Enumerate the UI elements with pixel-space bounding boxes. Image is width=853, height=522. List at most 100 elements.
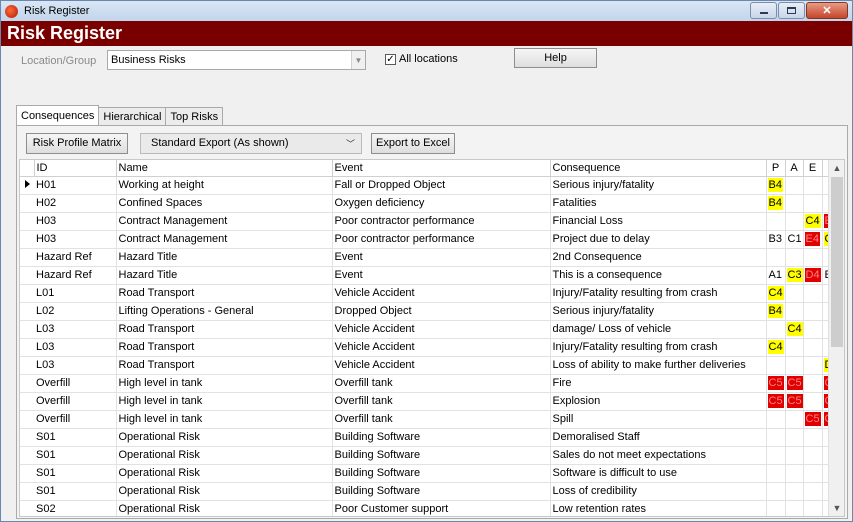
- row-selector[interactable]: [20, 320, 34, 339]
- cell-name[interactable]: Road Transport: [116, 356, 333, 375]
- table-row[interactable]: L03 Road Transport Vehicle Accident damage/…: [20, 320, 843, 339]
- cell-rating-p[interactable]: [766, 482, 786, 501]
- cell-rating-p[interactable]: B3: [766, 230, 786, 249]
- column-header-a[interactable]: A: [785, 160, 804, 177]
- title-bar[interactable]: Risk Register ✕: [1, 1, 852, 21]
- cell-name[interactable]: Operational Risk: [116, 464, 333, 483]
- table-row[interactable]: H03 Contract Management Poor contractor pe…: [20, 212, 843, 231]
- cell-event[interactable]: Vehicle Accident: [332, 284, 551, 303]
- cell-rating-a[interactable]: [785, 248, 804, 267]
- cell-consequence[interactable]: Sales do not meet expectations: [550, 446, 767, 465]
- cell-rating-e[interactable]: [803, 356, 823, 375]
- cell-rating-p[interactable]: [766, 320, 786, 339]
- cell-rating-a[interactable]: [785, 212, 804, 231]
- cell-rating-e[interactable]: E4: [803, 230, 823, 249]
- cell-rating-p[interactable]: [766, 428, 786, 447]
- cell-name[interactable]: Operational Risk: [116, 446, 333, 465]
- row-selector[interactable]: [20, 302, 34, 321]
- cell-name[interactable]: Working at height: [116, 176, 333, 195]
- cell-consequence[interactable]: Explosion: [550, 392, 767, 411]
- table-row[interactable]: L01 Road Transport Vehicle Accident Injury/…: [20, 284, 843, 303]
- cell-consequence[interactable]: Software is difficult to use: [550, 464, 767, 483]
- cell-event[interactable]: Vehicle Accident: [332, 356, 551, 375]
- table-row[interactable]: S01 Operational Risk Building Software Sale…: [20, 446, 843, 465]
- cell-rating-a[interactable]: [785, 302, 804, 321]
- row-selector[interactable]: [20, 176, 34, 195]
- cell-event[interactable]: Overfill tank: [332, 410, 551, 429]
- cell-rating-a[interactable]: [785, 464, 804, 483]
- table-row[interactable]: S01 Operational Risk Building Software Loss…: [20, 482, 843, 501]
- cell-id[interactable]: S01: [34, 482, 117, 501]
- row-selector[interactable]: [20, 428, 34, 447]
- cell-rating-e[interactable]: [803, 284, 823, 303]
- scroll-up-icon[interactable]: ▲: [829, 160, 844, 176]
- row-selector[interactable]: [20, 338, 34, 357]
- tab-consequences[interactable]: Consequences: [16, 105, 100, 126]
- cell-rating-p[interactable]: [766, 356, 786, 375]
- cell-id[interactable]: Overfill: [34, 410, 117, 429]
- cell-name[interactable]: Operational Risk: [116, 428, 333, 447]
- cell-rating-p[interactable]: [766, 446, 786, 465]
- cell-id[interactable]: L03: [34, 320, 117, 339]
- table-row[interactable]: L02 Lifting Operations - General Dropped O…: [20, 302, 843, 321]
- cell-consequence[interactable]: Demoralised Staff: [550, 428, 767, 447]
- cell-event[interactable]: Poor contractor performance: [332, 230, 551, 249]
- cell-consequence[interactable]: This is a consequence: [550, 266, 767, 285]
- cell-rating-a[interactable]: C5: [785, 392, 804, 411]
- cell-id[interactable]: S01: [34, 464, 117, 483]
- cell-id[interactable]: L03: [34, 338, 117, 357]
- cell-id[interactable]: S01: [34, 428, 117, 447]
- column-header-consequence[interactable]: Consequence: [550, 160, 767, 177]
- cell-name[interactable]: Contract Management: [116, 230, 333, 249]
- cell-id[interactable]: S02: [34, 500, 117, 516]
- cell-rating-e[interactable]: [803, 302, 823, 321]
- cell-rating-p[interactable]: B4: [766, 176, 786, 195]
- cell-event[interactable]: Fall or Dropped Object: [332, 176, 551, 195]
- cell-rating-e[interactable]: [803, 464, 823, 483]
- cell-rating-e[interactable]: [803, 446, 823, 465]
- all-locations-checkbox[interactable]: ✓ All locations: [385, 53, 458, 65]
- cell-rating-e[interactable]: [803, 392, 823, 411]
- cell-rating-e[interactable]: [803, 320, 823, 339]
- chevron-down-icon[interactable]: ▼: [351, 51, 365, 69]
- cell-rating-e[interactable]: [803, 248, 823, 267]
- column-header-e[interactable]: E: [803, 160, 823, 177]
- row-selector[interactable]: [20, 446, 34, 465]
- cell-event[interactable]: Overfill tank: [332, 392, 551, 411]
- cell-rating-a[interactable]: C1: [785, 230, 804, 249]
- cell-consequence[interactable]: 2nd Consequence: [550, 248, 767, 267]
- cell-consequence[interactable]: Injury/Fatality resulting from crash: [550, 338, 767, 357]
- cell-event[interactable]: Overfill tank: [332, 374, 551, 393]
- cell-rating-e[interactable]: [803, 176, 823, 195]
- export-to-excel-button[interactable]: Export to Excel: [371, 133, 455, 154]
- table-row[interactable]: S01 Operational Risk Building Software Demo…: [20, 428, 843, 447]
- vertical-scrollbar[interactable]: ▲ ▼: [828, 160, 844, 516]
- cell-event[interactable]: Event: [332, 248, 551, 267]
- cell-rating-p[interactable]: C5: [766, 392, 786, 411]
- cell-rating-e[interactable]: C4: [803, 212, 823, 231]
- cell-event[interactable]: Event: [332, 266, 551, 285]
- column-header-event[interactable]: Event: [332, 160, 551, 177]
- row-selector[interactable]: [20, 212, 34, 231]
- table-row[interactable]: Hazard Ref Hazard Title Event This is a con…: [20, 266, 843, 285]
- row-selector[interactable]: [20, 374, 34, 393]
- table-row[interactable]: H02 Confined Spaces Oxygen deficiency Fatal…: [20, 194, 843, 213]
- cell-consequence[interactable]: Serious injury/fatality: [550, 302, 767, 321]
- scroll-down-icon[interactable]: ▼: [829, 500, 844, 516]
- cell-rating-a[interactable]: [785, 410, 804, 429]
- row-selector[interactable]: [20, 284, 34, 303]
- cell-name[interactable]: Operational Risk: [116, 482, 333, 501]
- cell-event[interactable]: Poor contractor performance: [332, 212, 551, 231]
- cell-consequence[interactable]: Spill: [550, 410, 767, 429]
- checkbox-checked-icon[interactable]: ✓: [385, 53, 396, 65]
- row-selector[interactable]: [20, 500, 34, 516]
- cell-rating-p[interactable]: C4: [766, 338, 786, 357]
- cell-id[interactable]: H02: [34, 194, 117, 213]
- tab-hierarchical[interactable]: Hierarchical: [98, 107, 167, 126]
- cell-rating-e[interactable]: [803, 482, 823, 501]
- cell-event[interactable]: Poor Customer support: [332, 500, 551, 516]
- column-header-p[interactable]: P: [766, 160, 786, 177]
- cell-name[interactable]: Road Transport: [116, 284, 333, 303]
- cell-id[interactable]: Overfill: [34, 374, 117, 393]
- cell-id[interactable]: Hazard Ref: [34, 266, 117, 285]
